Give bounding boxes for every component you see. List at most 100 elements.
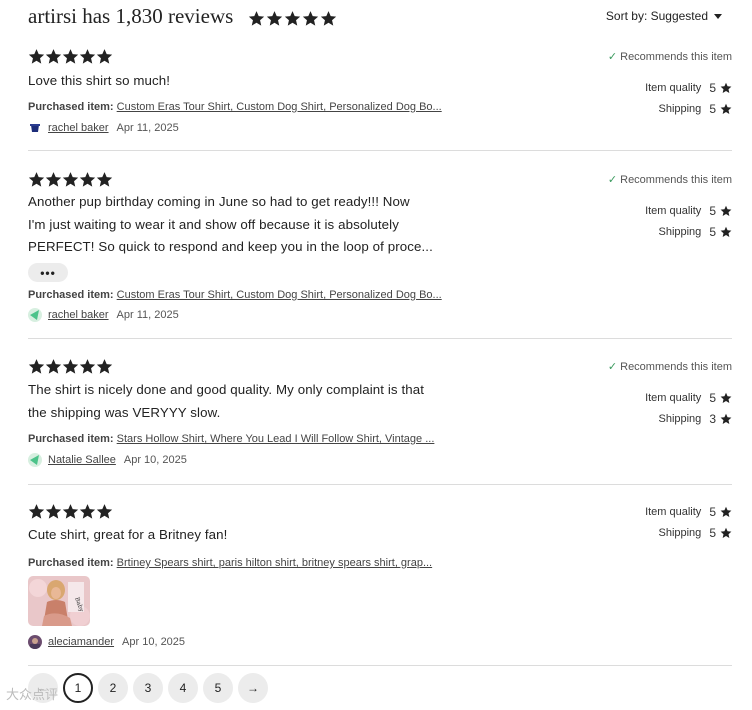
- star-icon: [28, 503, 45, 520]
- recommends-badge: ✓ Recommends this item: [607, 50, 732, 64]
- reviewer: Natalie Sallee Apr 10, 2025: [28, 453, 187, 467]
- review-date: Apr 10, 2025: [122, 636, 186, 648]
- review-item: Love this shirt so much! Purchased item:…: [28, 48, 732, 148]
- reviews-title: artirsi has 1,830 reviews: [28, 4, 234, 28]
- shipping-label: Shipping: [658, 225, 702, 238]
- purchased-item: Purchased item: Brtiney Spears shirt, pa…: [28, 557, 468, 569]
- star-icon: [28, 358, 45, 375]
- review-photo[interactable]: Baby: [28, 576, 90, 626]
- star-icon: [62, 358, 79, 375]
- star-icon: [62, 171, 79, 188]
- review-text: Love this shirt so much!: [28, 70, 468, 93]
- purchased-label: Purchased item:: [28, 557, 114, 569]
- star-icon: [96, 48, 113, 65]
- avatar[interactable]: [28, 635, 42, 649]
- review-item: The shirt is nicely done and good qualit…: [28, 358, 732, 478]
- item-quality-label: Item quality: [645, 204, 702, 217]
- recommends-badge: ✓ Recommends this item: [607, 173, 732, 187]
- divider: [28, 665, 732, 666]
- avatar[interactable]: [28, 453, 42, 467]
- recommends-badge: ✓ Recommends this item: [607, 360, 732, 374]
- star-icon: [720, 527, 732, 539]
- review-item: Cute shirt, great for a Britney fan! Pur…: [28, 503, 732, 663]
- sub-ratings: Item quality 5 Shipping 5: [622, 77, 732, 119]
- avatar[interactable]: [28, 308, 42, 322]
- star-icon: [45, 171, 62, 188]
- star-icon: [45, 503, 62, 520]
- sort-dropdown[interactable]: Sort by: Suggested: [606, 9, 722, 23]
- sub-ratings: Item quality 5 Shipping 3: [622, 387, 732, 429]
- review-text: The shirt is nicely done and good qualit…: [28, 379, 468, 424]
- purchased-item-link[interactable]: Custom Eras Tour Shirt, Custom Dog Shirt…: [117, 289, 442, 301]
- item-quality-value: 5: [709, 390, 716, 405]
- purchased-item-link[interactable]: Stars Hollow Shirt, Where You Lead I Wil…: [117, 433, 435, 445]
- recommends-label: Recommends this item: [620, 360, 732, 373]
- reviewer: aleciamander Apr 10, 2025: [28, 635, 185, 649]
- purchased-item: Purchased item: Custom Eras Tour Shirt, …: [28, 101, 468, 113]
- star-icon: [79, 171, 96, 188]
- item-quality-rating: Item quality 5: [622, 200, 732, 221]
- star-icon: [720, 226, 732, 238]
- reviews-header: artirsi has 1,830 reviews Sort by: Sugge…: [28, 4, 734, 28]
- star-icon: [320, 10, 337, 27]
- review-text: Another pup birthday coming in June so h…: [28, 191, 468, 259]
- purchased-label: Purchased item:: [28, 289, 114, 301]
- reviewer-name-link[interactable]: aleciamander: [48, 636, 114, 648]
- sort-label: Sort by: Suggested: [605, 9, 708, 23]
- shipping-value: 5: [709, 224, 716, 239]
- page-button-5[interactable]: 5: [203, 673, 233, 703]
- star-icon: [96, 358, 113, 375]
- divider: [28, 484, 732, 485]
- check-icon: ✓: [607, 51, 618, 63]
- shipping-label: Shipping: [658, 526, 702, 539]
- purchased-item: Purchased item: Custom Eras Tour Shirt, …: [28, 289, 468, 301]
- shipping-value: 3: [709, 411, 716, 426]
- purchased-item-link[interactable]: Custom Eras Tour Shirt, Custom Dog Shirt…: [117, 101, 442, 113]
- check-icon: ✓: [607, 174, 618, 186]
- star-icon: [28, 48, 45, 65]
- star-icon: [720, 103, 732, 115]
- next-page-button[interactable]: →: [238, 673, 268, 703]
- page-button-1[interactable]: 1: [63, 673, 93, 703]
- review-date: Apr 11, 2025: [116, 122, 179, 134]
- reviewer-name-link[interactable]: rachel baker: [48, 122, 109, 134]
- star-icon: [79, 358, 96, 375]
- star-icon: [45, 48, 62, 65]
- item-quality-rating: Item quality 5: [622, 387, 732, 408]
- page-button-2[interactable]: 2: [98, 673, 128, 703]
- star-icon: [79, 503, 96, 520]
- reviewer: rachel baker Apr 11, 2025: [28, 308, 179, 322]
- star-icon: [248, 10, 265, 27]
- overall-rating-stars: [248, 10, 337, 27]
- shipping-rating: Shipping 5: [622, 522, 732, 543]
- avatar[interactable]: [28, 121, 42, 135]
- item-quality-label: Item quality: [645, 505, 702, 518]
- review-text-line: Cute shirt, great for a Britney fan!: [28, 527, 228, 542]
- star-icon: [96, 171, 113, 188]
- star-icon: [284, 10, 301, 27]
- item-quality-rating: Item quality 5: [622, 77, 732, 98]
- review-text-line: Another pup birthday coming in June so h…: [28, 194, 410, 209]
- pagination: ← 1 2 3 4 5 →: [28, 673, 268, 703]
- check-icon: ✓: [607, 361, 618, 373]
- sub-ratings: Item quality 5 Shipping 5: [622, 501, 732, 543]
- shipping-rating: Shipping 5: [622, 221, 732, 242]
- page-button-3[interactable]: 3: [133, 673, 163, 703]
- divider: [28, 150, 732, 151]
- shipping-value: 5: [709, 525, 716, 540]
- review-text-line: Love this shirt so much!: [28, 73, 171, 88]
- purchased-label: Purchased item:: [28, 101, 114, 113]
- shipping-label: Shipping: [658, 102, 702, 115]
- item-quality-value: 5: [709, 80, 716, 95]
- page-button-4[interactable]: 4: [168, 673, 198, 703]
- expand-review-button[interactable]: •••: [28, 263, 68, 282]
- recommends-label: Recommends this item: [620, 50, 732, 63]
- purchased-item-link[interactable]: Brtiney Spears shirt, paris hilton shirt…: [117, 557, 432, 569]
- reviewer-name-link[interactable]: rachel baker: [48, 309, 109, 321]
- reviewer-name-link[interactable]: Natalie Sallee: [48, 454, 116, 466]
- review-date: Apr 10, 2025: [123, 454, 187, 466]
- review-stars: [28, 503, 113, 520]
- review-stars: [28, 358, 113, 375]
- star-icon: [45, 358, 62, 375]
- review-text: Cute shirt, great for a Britney fan!: [28, 524, 468, 547]
